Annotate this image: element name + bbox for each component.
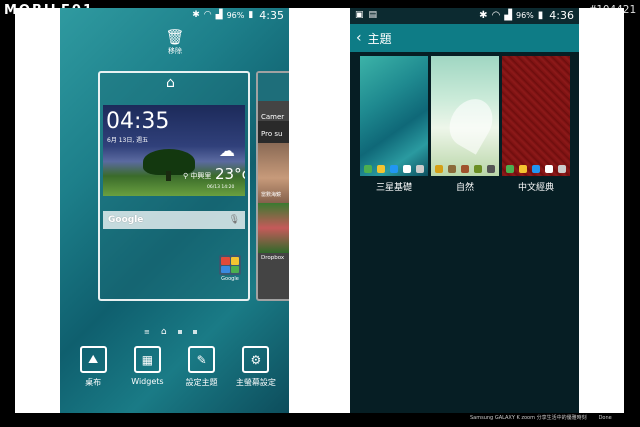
wallpaper-button[interactable]: ⛰ 桌布 [66, 346, 120, 388]
page-title: 主題 [367, 31, 392, 46]
phone-icon [364, 165, 373, 173]
internet-icon [389, 165, 398, 173]
folder-icon [219, 255, 241, 275]
themes-content: 三星基礎 自然 中文經典 [350, 52, 579, 413]
theme-thumbnail[interactable] [431, 56, 499, 176]
theme-item-samsung-basic[interactable]: 三星基礎 [360, 56, 428, 193]
theme-brush-icon: ✎ [188, 346, 216, 373]
location-pin-icon: ⚲ [183, 172, 189, 180]
wallpaper-label: 桌布 [85, 378, 102, 387]
folder-label: Google [221, 276, 239, 282]
tree-trunk [166, 171, 171, 181]
themes-screen: ▣ ▤ ✱ ◠ ▟ 96% ▮ 4:36 ‹ 主題 三星基礎 自然 中文經典 [350, 8, 579, 413]
home-icon[interactable]: ⌂ [166, 75, 175, 91]
edit-bottom-menu: ⛰ 桌布 ▦ Widgets ✎ 設定主題 ⚙ 主螢幕設定 [60, 346, 289, 388]
signal-icon: ▟ [215, 10, 223, 20]
theme-name: 三星基礎 [375, 183, 412, 193]
themes-button[interactable]: ✎ 設定主題 [175, 346, 229, 388]
apps-icon [557, 165, 566, 173]
camera-widget-text: Camer [261, 113, 285, 121]
widget-updated-time: 06/13 14:20 [207, 185, 235, 190]
image-icon: ▤ [368, 10, 378, 20]
theme-name: 自然 [455, 183, 474, 193]
theme-item-chinese-classic[interactable]: 中文經典 [502, 56, 570, 193]
home-settings-label: 主螢幕設定 [235, 378, 276, 387]
landscape-icon: ⛰ [79, 346, 107, 373]
next-page-card[interactable]: Camer Pro su 當數海鏡 Dropbox [256, 71, 289, 301]
bluetooth-icon: ✱ [479, 9, 488, 21]
home-settings-button[interactable]: ⚙ 主螢幕設定 [229, 346, 283, 388]
internet-icon [460, 165, 469, 173]
battery-percent: 96% [516, 10, 534, 20]
battery-percent: 96% [226, 10, 245, 20]
google-search-bar[interactable]: Google 🎙 [103, 211, 245, 229]
menu-lines-icon[interactable]: ≡ [144, 328, 150, 336]
preview-image-2 [258, 203, 289, 253]
widgets-grid-icon: ▦ [133, 346, 161, 373]
screenshot-icon: ▣ [355, 10, 364, 20]
battery-icon: ▮ [248, 10, 254, 20]
theme-list: 三星基礎 自然 中文經典 [360, 56, 570, 193]
messages-icon [473, 165, 482, 173]
contacts-icon [377, 165, 386, 173]
back-chevron-icon[interactable]: ‹ [356, 30, 362, 46]
clock-weather-widget[interactable]: 04:35 6月 13日, 週五 ☁ ⚲ 中興里 23°c 06/13 14:2… [103, 105, 245, 196]
signal-icon: ▟ [504, 9, 512, 21]
contacts-icon [448, 165, 457, 173]
dropbox-label: Dropbox [261, 255, 285, 261]
gear-icon: ⚙ [242, 346, 270, 373]
location-name: 中興里 [190, 172, 212, 180]
internet-icon [531, 165, 540, 173]
screenshot-composite: MOBILE01 #104421 ✱ ◠ ▟ 96% ▮ 4:35 🗑 移除 ⌂… [0, 0, 640, 427]
widgets-button[interactable]: ▦ Widgets [120, 346, 174, 388]
image-caption: Samsung GALAXY K zoom 分享生活中的優雅時刻 Done [470, 414, 612, 421]
microphone-icon[interactable]: 🎙 [229, 215, 240, 225]
weather-cloud-icon: ☁ [219, 141, 235, 160]
theme-thumbnail[interactable] [502, 56, 570, 176]
wifi-icon: ◠ [203, 10, 212, 20]
white-margin-left [15, 8, 60, 413]
status-time: 4:36 [549, 8, 574, 22]
battery-icon: ▮ [537, 9, 544, 21]
widget-temperature: 23°c [215, 165, 245, 183]
widget-date: 6月 13日, 週五 [107, 137, 149, 144]
theme-thumbnail[interactable] [360, 56, 428, 176]
widget-clock: 04:35 [106, 109, 170, 134]
phone-icon [506, 165, 515, 173]
home-indicator-icon[interactable]: ⌂ [161, 327, 167, 337]
pro-suggest-text: Pro su [261, 130, 283, 138]
page-indicator[interactable]: ≡ ⌂ [144, 327, 197, 337]
theme-name: 中文經典 [517, 183, 554, 193]
status-bar: ▣ ▤ ✱ ◠ ▟ 96% ▮ 4:36 [350, 8, 579, 22]
action-bar: ‹ 主題 [350, 24, 579, 52]
remove-label: 移除 [168, 47, 182, 55]
contacts-icon [519, 165, 528, 173]
apps-icon [486, 165, 495, 173]
home-page-card[interactable]: ⌂ 04:35 6月 13日, 週五 ☁ ⚲ 中興里 23°c 06/13 14… [98, 71, 250, 301]
caption-done: Done [598, 415, 612, 421]
page-dot[interactable] [177, 330, 182, 334]
wifi-icon: ◠ [491, 9, 501, 21]
google-search-label: Google [108, 215, 144, 225]
white-margin-middle [289, 8, 350, 413]
widget-location: ⚲ 中興里 [183, 171, 211, 181]
google-folder[interactable]: Google [218, 255, 242, 282]
themes-label: 設定主題 [185, 378, 218, 387]
messages-icon [402, 165, 411, 173]
theme-item-nature[interactable]: 自然 [431, 56, 499, 193]
caption-text: Samsung GALAXY K zoom 分享生活中的優雅時刻 [470, 415, 587, 421]
home-screen-edit-mode: ✱ ◠ ▟ 96% ▮ 4:35 🗑 移除 ⌂ 04:35 6月 13日, 週五… [60, 8, 289, 413]
white-margin-right [579, 8, 624, 413]
status-time: 4:35 [259, 8, 284, 22]
remove-button[interactable]: 🗑 移除 [160, 28, 190, 60]
page-dot[interactable] [192, 330, 197, 334]
messages-icon [544, 165, 553, 173]
preview-caption: 當數海鏡 [261, 192, 282, 198]
bluetooth-icon: ✱ [192, 10, 200, 20]
apps-icon [415, 165, 424, 173]
widgets-label: Widgets [131, 377, 164, 386]
phone-icon [435, 165, 444, 173]
trash-icon: 🗑 [165, 28, 185, 46]
status-bar: ✱ ◠ ▟ 96% ▮ 4:35 [60, 8, 289, 22]
